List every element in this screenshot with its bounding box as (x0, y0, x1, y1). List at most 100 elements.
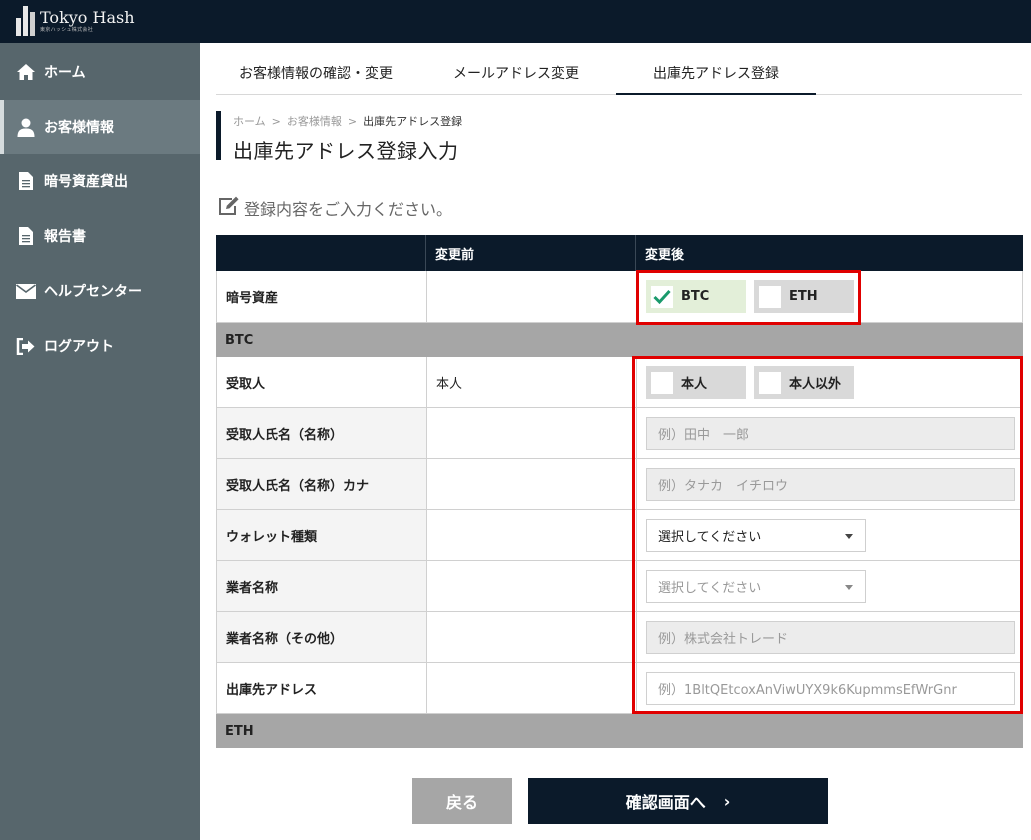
row-label: 受取人 (217, 357, 427, 407)
sidebar-item-label: 暗号資産貸出 (44, 174, 128, 190)
checkbox-label: ETH (789, 289, 818, 304)
row-after-cell: BTC ETH (637, 271, 1024, 322)
select-value: 選択してください (658, 530, 762, 545)
provider-select[interactable]: 選択してください (646, 570, 866, 603)
confirm-button-label: 確認画面へ (625, 793, 706, 812)
recipient-self-checkbox[interactable]: 本人 (646, 366, 746, 399)
breadcrumb-home[interactable]: ホーム (233, 115, 266, 128)
section-label: BTC (225, 332, 254, 348)
row-before-value (427, 561, 637, 611)
document-icon (15, 226, 37, 246)
header-cell-after: 変更後 (645, 247, 685, 263)
row-label: 業者名称 (217, 561, 427, 611)
home-icon (15, 62, 37, 82)
edit-icon (218, 196, 240, 220)
instruction-text: 登録内容をご入力ください。 (244, 200, 453, 219)
checkbox-box (759, 285, 781, 308)
section-eth: ETH (216, 714, 1023, 748)
recipient-kana-input[interactable]: 例）タナカ イチロウ (646, 468, 1015, 501)
section-label: ETH (225, 723, 254, 739)
checkbox-label: 本人以外 (789, 377, 842, 392)
row-after-cell: 例）1BltQEtcoxAnViwUYX9k6KupmmsEfWrGnr (637, 663, 1024, 713)
breadcrumb-separator: > (347, 115, 358, 128)
tab-bar: お客様情報の確認・変更 メールアドレス変更 出庫先アドレス登録 (216, 52, 1022, 95)
page-title: 出庫先アドレス登録入力 (233, 139, 459, 163)
sidebar-item-customer-info[interactable]: お客様情報 (0, 100, 200, 154)
title-block: ホーム > お客様情報 > 出庫先アドレス登録 出庫先アドレス登録入力 (216, 111, 462, 163)
row-after-cell: 選択してください (637, 510, 1024, 560)
sidebar-item-lending[interactable]: 暗号資産貸出 (0, 154, 200, 208)
row-label: 受取人氏名（名称） (217, 408, 427, 458)
breadcrumb-parent[interactable]: お客様情報 (287, 115, 342, 128)
chevron-right-icon: › (723, 791, 731, 811)
top-bar: Tokyo Hash 東京ハッシュ株式会社 (0, 0, 1031, 43)
sidebar-item-label: 報告書 (44, 229, 86, 245)
sidebar-item-label: ヘルプセンター (44, 284, 142, 300)
checkbox-box (759, 371, 781, 394)
header-cell-before: 変更前 (426, 235, 636, 271)
table-row-recipient-name: 受取人氏名（名称） 例）田中 一郎 (216, 408, 1024, 459)
table-header: 変更前 変更後 (216, 235, 1023, 271)
eth-checkbox[interactable]: ETH (754, 280, 854, 313)
tab-address-register[interactable]: 出庫先アドレス登録 (616, 52, 816, 95)
select-value: 選択してください (658, 581, 762, 596)
checkmark-icon (651, 285, 673, 308)
row-before-value: 本人 (427, 357, 637, 407)
address-input[interactable]: 例）1BltQEtcoxAnViwUYX9k6KupmmsEfWrGnr (646, 672, 1015, 705)
row-label: 受取人氏名（名称）カナ (217, 459, 427, 509)
row-after-cell: 例）タナカ イチロウ (637, 459, 1024, 509)
table-row-asset: 暗号資産 BTC ETH (216, 271, 1023, 323)
table-row-provider: 業者名称 選択してください (216, 561, 1024, 612)
sidebar-item-label: ログアウト (44, 339, 114, 355)
row-after-cell: 例）株式会社トレード (637, 612, 1024, 662)
tab-customer-info[interactable]: お客様情報の確認・変更 (216, 52, 416, 94)
provider-other-input[interactable]: 例）株式会社トレード (646, 621, 1015, 654)
breadcrumb-current: 出庫先アドレス登録 (363, 115, 463, 128)
logo-icon (16, 6, 36, 36)
row-after-cell: 例）田中 一郎 (637, 408, 1024, 458)
sidebar-item-reports[interactable]: 報告書 (0, 209, 200, 263)
row-label: 業者名称（その他） (217, 612, 427, 662)
row-label: ウォレット種類 (217, 510, 427, 560)
checkbox-box (651, 371, 673, 394)
row-after-cell: 本人 本人以外 (637, 357, 1024, 407)
wallet-type-select[interactable]: 選択してください (646, 519, 866, 552)
table-row-recipient-kana: 受取人氏名（名称）カナ 例）タナカ イチロウ (216, 459, 1024, 510)
btc-checkbox[interactable]: BTC (646, 280, 746, 313)
sidebar-item-logout[interactable]: ログアウト (0, 319, 200, 373)
row-before-value (427, 663, 637, 713)
envelope-icon (15, 281, 37, 301)
tab-email-change[interactable]: メールアドレス変更 (416, 52, 616, 94)
row-label: 暗号資産 (217, 271, 427, 322)
sidebar-item-help[interactable]: ヘルプセンター (0, 264, 200, 318)
recipient-other-checkbox[interactable]: 本人以外 (754, 366, 854, 399)
instruction: 登録内容をご入力ください。 (218, 196, 452, 220)
logo[interactable]: Tokyo Hash 東京ハッシュ株式会社 (16, 4, 135, 38)
section-btc: BTC (216, 323, 1023, 357)
row-before-value (427, 408, 637, 458)
table-row-address: 出庫先アドレス 例）1BltQEtcoxAnViwUYX9k6KupmmsEfW… (216, 663, 1023, 714)
row-label: 出庫先アドレス (217, 663, 427, 713)
back-button[interactable]: 戻る (412, 778, 512, 824)
confirm-button[interactable]: 確認画面へ › (528, 778, 828, 824)
sidebar: ホーム お客様情報 暗号資産貸出 報告書 ヘルプセンター ログアウト (0, 43, 200, 840)
sidebar-item-label: お客様情報 (44, 120, 114, 136)
sidebar-item-home[interactable]: ホーム (0, 45, 200, 99)
recipient-name-input[interactable]: 例）田中 一郎 (646, 417, 1015, 450)
row-before-value (427, 612, 637, 662)
caret-down-icon (845, 534, 853, 539)
header-cell-empty (216, 235, 426, 271)
table-row-provider-other: 業者名称（その他） 例）株式会社トレード (216, 612, 1024, 663)
caret-down-icon (845, 585, 853, 590)
table-row-wallet-type: ウォレット種類 選択してください (216, 510, 1024, 561)
document-icon (15, 171, 37, 191)
breadcrumb: ホーム > お客様情報 > 出庫先アドレス登録 (233, 113, 462, 129)
logo-text: Tokyo Hash (40, 7, 135, 27)
breadcrumb-separator: > (271, 115, 281, 128)
row-before-value (427, 459, 637, 509)
table-row-recipient: 受取人 本人 本人 本人以外 (216, 357, 1023, 408)
logout-icon (15, 336, 37, 356)
row-after-cell: 選択してください (637, 561, 1024, 611)
sidebar-item-label: ホーム (44, 65, 86, 81)
checkbox-label: BTC (681, 289, 710, 304)
